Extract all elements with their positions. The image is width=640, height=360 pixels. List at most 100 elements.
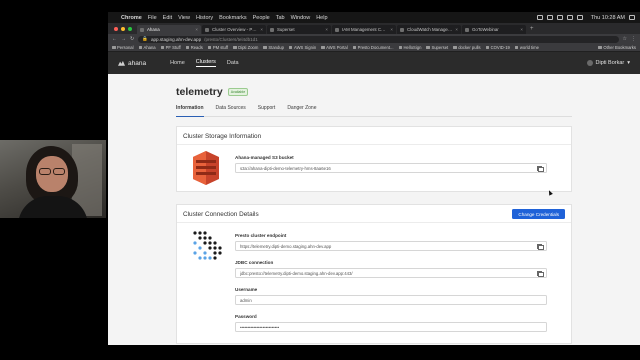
favicon-icon [400,27,404,32]
menu-file[interactable]: File [148,15,157,21]
folder-icon [138,46,143,49]
minimize-window-icon[interactable] [121,27,125,31]
battery-icon[interactable] [566,15,573,20]
page-title: telemetry [176,86,223,98]
bookmark-other[interactable]: Other Bookmarks [598,45,636,50]
favicon-icon [335,27,339,32]
user-menu[interactable]: Dipti Borkar ▾ [586,60,630,66]
dropbox-icon[interactable] [536,15,543,20]
copy-icon[interactable] [537,165,544,173]
bluetooth-icon[interactable] [546,15,553,20]
browser-tab-gotowebinar[interactable]: GoToWebinar × [462,25,526,34]
wifi-icon[interactable] [556,15,563,20]
url-host: app.staging.ahn-dev.app [150,36,202,42]
star-icon[interactable]: ☆ [623,36,627,42]
folder-icon [185,46,190,49]
browser-tab-cloudwatch[interactable]: CloudWatch Management Cons × [397,25,461,34]
bookmark-item[interactable]: Reads [185,45,203,50]
folder-icon [321,46,325,49]
tab-danger-zone[interactable]: Danger Zone [287,105,316,111]
close-tab-icon[interactable]: × [325,27,328,32]
tab-data-sources[interactable]: Data Sources [216,105,246,111]
bookmark-item[interactable]: Ahana [138,45,156,50]
ahana-logo[interactable]: ahana [118,60,146,67]
username-value: admin [240,297,252,303]
close-tab-icon[interactable]: × [390,27,393,32]
reload-icon[interactable]: ↻ [130,36,134,42]
menu-bookmarks[interactable]: Bookmarks [219,15,247,21]
browser-tab-ahana[interactable]: Ahana × [137,25,201,34]
bookmark-item[interactable]: PF Stuff [160,45,181,50]
menu-people[interactable]: People [253,15,270,21]
menu-app-name[interactable]: Chrome [121,15,142,21]
bookmark-label: AWS Signin [293,45,317,50]
menu-view[interactable]: View [178,15,190,21]
folder-icon [514,46,519,49]
close-tab-icon[interactable]: × [520,27,523,32]
bookmark-label: world time [519,45,539,50]
bookmark-item[interactable]: Personal [112,45,134,50]
jdbc-input[interactable]: jdbc:presto://telemetry.dipti-demo.stagi… [235,268,547,278]
close-tab-icon[interactable]: × [455,27,458,32]
browser-tab-label: Ahana [147,27,160,32]
bookmark-label: Other Bookmarks [603,45,636,50]
close-window-icon[interactable] [114,27,118,31]
menu-window[interactable]: Window [291,15,311,21]
browser-tab-iam[interactable]: IAM Management Console × [332,25,396,34]
copy-icon[interactable] [537,243,544,251]
username-input[interactable]: admin [235,295,547,305]
jdbc-field: JDBC connection jdbc:presto://telemetry.… [235,260,547,278]
endpoint-input[interactable]: https://telemetry.dipti-demo.staging.ahn… [235,241,547,251]
address-bar[interactable]: 🔒 app.staging.ahn-dev.app/presto/Cluster… [138,35,619,43]
bookmark-item[interactable]: COVID-19 [485,45,510,50]
folder-icon [233,46,237,49]
s3-bucket-label: Ahana-managed S3 bucket [235,155,294,160]
maximize-window-icon[interactable] [128,27,132,31]
webcam-glasses-left [39,168,51,175]
browser-tab-cluster-overview[interactable]: Cluster Overview - Presto × [202,25,266,34]
menu-edit[interactable]: Edit [163,15,172,21]
bookmark-item[interactable]: Superset [426,45,448,50]
bookmark-item[interactable]: Presto Document... [352,45,394,50]
bookmark-item[interactable]: HelloSign [398,45,421,50]
nav-home[interactable]: Home [170,60,185,66]
search-icon[interactable] [629,15,635,20]
connection-card-title: Cluster Connection Details [183,211,259,218]
forward-icon[interactable]: → [121,36,126,42]
bookmark-item[interactable]: AWS Portal [321,45,348,50]
ahana-logo-text: ahana [128,59,147,67]
nav-clusters[interactable]: Clusters [195,59,216,67]
bookmark-item[interactable]: PM stuff [207,45,228,50]
bookmark-item[interactable]: world time [514,45,539,50]
back-icon[interactable]: ← [112,36,117,42]
tab-information[interactable]: Information [176,105,204,117]
close-tab-icon[interactable]: × [260,27,263,32]
cluster-header: telemetry Available [176,86,572,98]
menu-history[interactable]: History [196,15,213,21]
bookmark-item[interactable]: docker pulls [453,45,481,50]
more-menu-icon[interactable]: ⋮ [631,36,636,42]
copy-icon[interactable] [537,270,544,278]
endpoint-field: Presto cluster endpoint https://telemetr… [235,233,547,251]
webcam-glasses-right [53,168,65,175]
bookmark-item[interactable]: Dipti Zoom [233,45,258,50]
tab-support[interactable]: Support [258,105,276,111]
nav-data[interactable]: Data [227,60,239,66]
volume-icon[interactable] [576,15,583,20]
endpoint-value: https://telemetry.dipti-demo.staging.ahn… [240,243,332,249]
bookmarks-bar: Personal Ahana PF Stuff Reads PM stuff D… [108,44,640,52]
browser-tab-superset[interactable]: Superset × [267,25,331,34]
menu-help[interactable]: Help [316,15,327,21]
change-credentials-button[interactable]: Change Credentials [512,209,565,219]
menubar-clock[interactable]: Thu 10:28 AM [591,15,625,21]
storage-card-header: Cluster Storage Information [177,127,571,145]
password-input[interactable]: •••••••••••••••••••••••••• [235,322,547,332]
new-tab-icon[interactable]: + [530,26,534,32]
username-label: Username [235,287,258,292]
menu-tab[interactable]: Tab [276,15,285,21]
bookmark-label: Superset [431,45,449,50]
bookmark-item[interactable]: Standup [263,45,284,50]
s3-bucket-input[interactable]: s3a://ahana-dipti-demo-telemetry-hms-8aa… [235,163,547,173]
close-tab-icon[interactable]: × [195,27,198,32]
bookmark-item[interactable]: AWS Signin [288,45,317,50]
